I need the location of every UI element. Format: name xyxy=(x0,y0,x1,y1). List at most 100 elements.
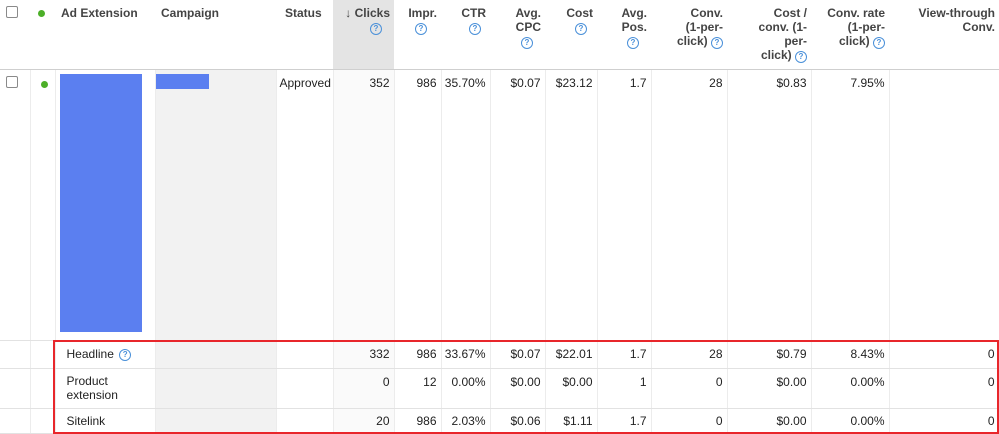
avg-pos-cell: 1.7 xyxy=(597,340,652,369)
conv-cell: 28 xyxy=(651,69,728,341)
column-label: Status xyxy=(285,6,322,20)
table-row: Sitelink 20 986 2.03% $0.06 $1.11 1.7 0 … xyxy=(0,408,999,434)
column-label: Clicks xyxy=(354,6,390,20)
select-all-checkbox[interactable] xyxy=(6,6,18,18)
conv-rate-cell: 0.00% xyxy=(811,368,890,409)
conv-cell: 0 xyxy=(651,408,728,434)
column-label: View-through Conv. xyxy=(918,6,995,34)
conv-rate-cell: 0.00% xyxy=(811,408,890,434)
extension-type-cell: Product extension xyxy=(55,368,156,409)
status-cell: Approved xyxy=(276,69,334,341)
help-icon[interactable]: ? xyxy=(575,22,587,35)
column-label: Campaign xyxy=(161,6,220,20)
empty-cell xyxy=(0,368,31,409)
table-row: Approved 352 986 35.70% $0.07 $23.12 1.7… xyxy=(0,69,999,341)
ctr-cell: 35.70% xyxy=(441,69,491,341)
clicks-cell: 352 xyxy=(333,69,395,341)
cost-conv-cell: $0.79 xyxy=(727,340,812,369)
empty-cell xyxy=(30,368,56,409)
cost-conv-cell: $0.83 xyxy=(727,69,812,341)
help-icon[interactable]: ? xyxy=(469,22,481,35)
column-label: Avg. Pos. xyxy=(621,6,647,34)
cost-conv-cell: $0.00 xyxy=(727,408,812,434)
column-label: Impr. xyxy=(408,6,437,20)
extension-type-cell: Sitelink xyxy=(55,408,156,434)
impr-cell: 986 xyxy=(394,408,442,434)
conv-cell: 28 xyxy=(651,340,728,369)
campaign-cell xyxy=(155,368,277,409)
ad-extensions-table: Ad Extension Campaign Status ↓ Clicks ? … xyxy=(0,0,999,434)
column-header-campaign[interactable]: Campaign xyxy=(155,0,276,70)
help-icon[interactable]: ? xyxy=(795,50,807,63)
extension-type-cell: Headline ? xyxy=(55,340,156,369)
column-header-conv-rate[interactable]: Conv. rate (1-per-click) ? xyxy=(811,0,889,70)
campaign-cell xyxy=(155,69,277,341)
impr-cell: 986 xyxy=(394,69,442,341)
cost-cell: $1.11 xyxy=(545,408,598,434)
column-label: Cost xyxy=(566,6,593,20)
column-header-clicks[interactable]: ↓ Clicks ? xyxy=(333,0,394,70)
table-row: Product extension 0 12 0.00% $0.00 $0.00… xyxy=(0,368,999,409)
avg-cpc-cell: $0.06 xyxy=(490,408,546,434)
extension-type-label: Product extension xyxy=(66,374,118,402)
row-checkbox-cell xyxy=(0,69,31,341)
view-through-cell: 0 xyxy=(889,408,999,434)
column-header-avg-cpc[interactable]: Avg. CPC ? xyxy=(490,0,545,70)
enabled-status-dot-icon xyxy=(40,80,48,88)
column-header-cost-conv[interactable]: Cost / conv. (1-per-click) ? xyxy=(727,0,811,70)
help-icon[interactable]: ? xyxy=(370,22,382,35)
column-header-ad-extension[interactable]: Ad Extension xyxy=(55,0,155,70)
help-icon[interactable]: ? xyxy=(415,22,427,35)
column-header-status[interactable]: Status xyxy=(276,0,333,70)
ctr-cell: 0.00% xyxy=(441,368,491,409)
view-through-cell: 0 xyxy=(889,368,999,409)
conv-rate-cell: 7.95% xyxy=(811,69,890,341)
redacted-ad-extension xyxy=(59,73,142,332)
avg-cpc-cell: $0.07 xyxy=(490,340,546,369)
column-header-conv[interactable]: Conv. (1-per-click) ? xyxy=(651,0,727,70)
avg-pos-cell: 1.7 xyxy=(597,408,652,434)
table-row: Headline ? 332 986 33.67% $0.07 $22.01 1… xyxy=(0,340,999,369)
column-header-impr[interactable]: Impr. ? xyxy=(394,0,441,70)
conv-cell: 0 xyxy=(651,368,728,409)
column-header-ctr[interactable]: CTR ? xyxy=(441,0,490,70)
redacted-campaign-link[interactable] xyxy=(155,73,209,89)
empty-cell xyxy=(30,408,56,434)
row-status-dot-cell xyxy=(30,69,56,341)
cost-cell: $0.00 xyxy=(545,368,598,409)
campaign-cell xyxy=(155,340,277,369)
empty-cell xyxy=(0,408,31,434)
cost-cell: $22.01 xyxy=(545,340,598,369)
help-icon[interactable]: ? xyxy=(627,36,639,49)
view-through-cell: 0 xyxy=(889,340,999,369)
empty-cell xyxy=(30,340,56,369)
status-cell xyxy=(276,340,334,369)
clicks-cell: 332 xyxy=(333,340,395,369)
extension-type-label: Headline xyxy=(66,347,114,361)
help-icon[interactable]: ? xyxy=(873,36,885,49)
column-label: Ad Extension xyxy=(61,6,138,20)
status-dot-header xyxy=(30,0,55,70)
avg-cpc-cell: $0.00 xyxy=(490,368,546,409)
status-dot-icon xyxy=(38,10,45,17)
column-header-view-through[interactable]: View-through Conv. xyxy=(889,0,999,70)
help-icon[interactable]: ? xyxy=(119,348,132,361)
conv-rate-cell: 8.43% xyxy=(811,340,890,369)
avg-pos-cell: 1.7 xyxy=(597,69,652,341)
help-icon[interactable]: ? xyxy=(711,36,723,49)
column-header-avg-pos[interactable]: Avg. Pos. ? xyxy=(597,0,651,70)
row-checkbox[interactable] xyxy=(6,75,18,88)
view-through-cell xyxy=(889,69,999,341)
ctr-cell: 33.67% xyxy=(441,340,491,369)
column-header-cost[interactable]: Cost ? xyxy=(545,0,597,70)
column-label: CTR xyxy=(461,6,486,20)
impr-cell: 12 xyxy=(394,368,442,409)
clicks-cell: 20 xyxy=(333,408,395,434)
help-icon[interactable]: ? xyxy=(521,36,533,49)
status-cell xyxy=(276,368,334,409)
table-body: Approved 352 986 35.70% $0.07 $23.12 1.7… xyxy=(0,69,999,434)
avg-cpc-cell: $0.07 xyxy=(490,69,546,341)
empty-cell xyxy=(0,340,31,369)
ctr-cell: 2.03% xyxy=(441,408,491,434)
clicks-cell: 0 xyxy=(333,368,395,409)
